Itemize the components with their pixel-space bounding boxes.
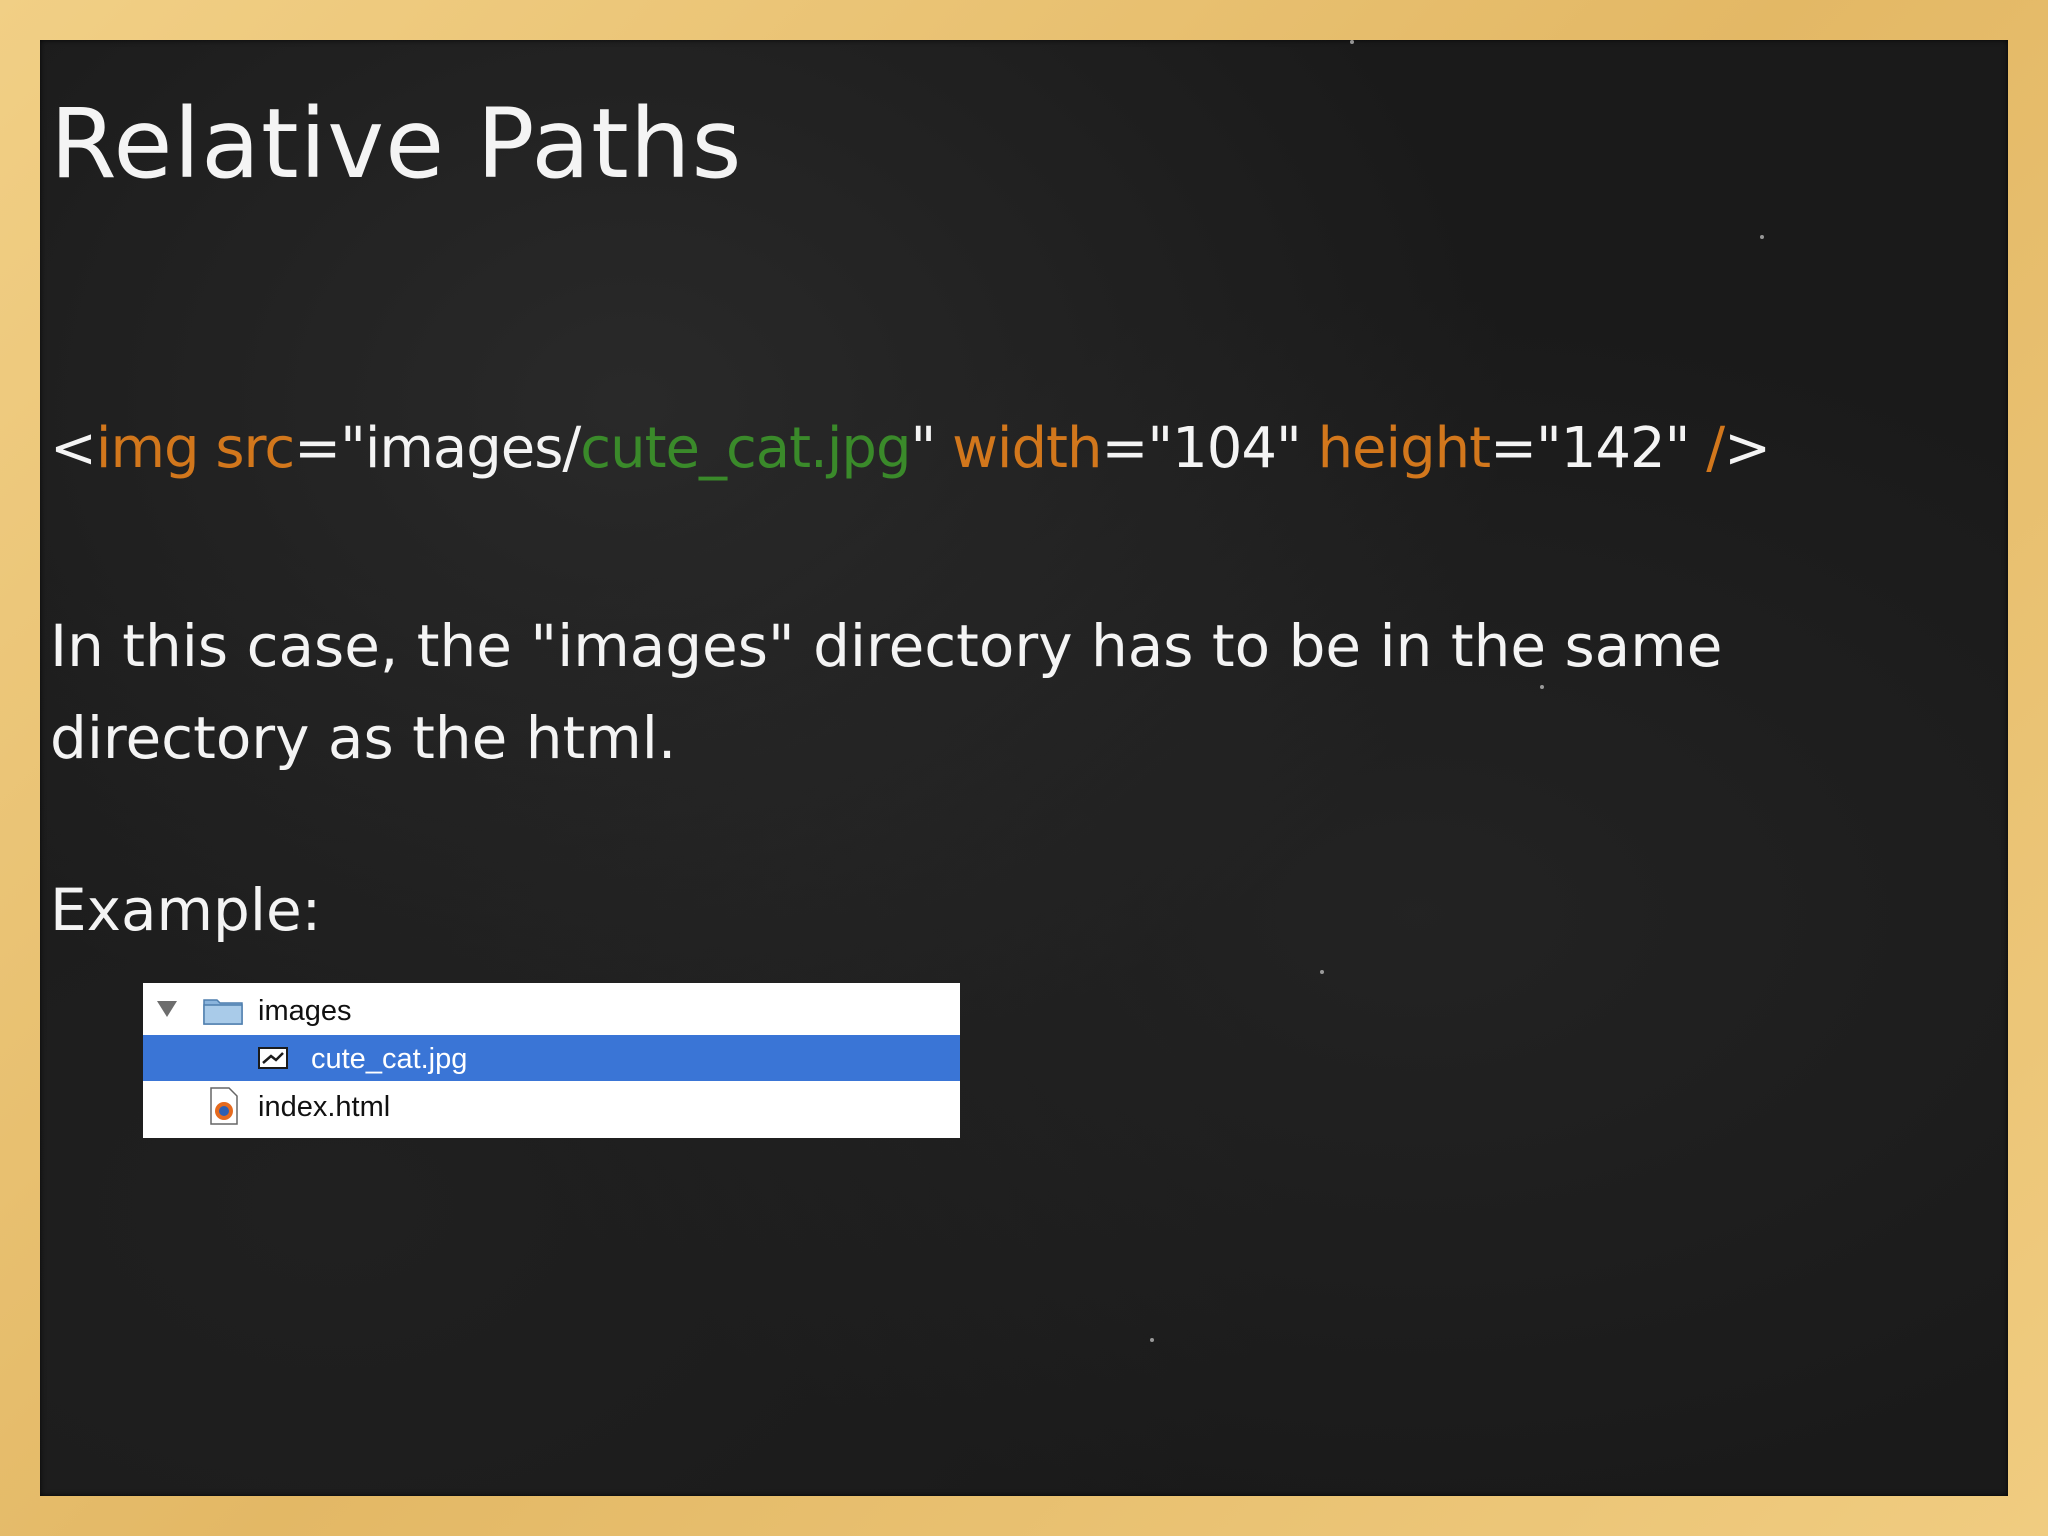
html-file-icon [210,1087,238,1125]
code-token: height [1317,416,1491,481]
chalk-speck [1320,970,1324,974]
explanation-paragraph: In this case, the "images" directory has… [50,612,1723,772]
wooden-frame: Relative Paths <img src="images/cute_cat… [0,0,2048,1536]
chalk-speck [1150,1338,1154,1342]
code-token: < [50,416,97,481]
list-item[interactable]: images [143,987,960,1033]
disclosure-triangle-icon[interactable] [157,1001,177,1017]
list-item-label: index.html [258,1091,391,1123]
example-label: Example: [50,876,322,944]
image-file-icon [258,1047,288,1069]
list-item-label: cute_cat.jpg [311,1043,468,1075]
code-snippet: <img src="images/cute_cat.jpg" width="10… [50,416,1771,481]
code-token: ="142" [1490,416,1707,481]
code-token: " [910,416,953,481]
code-token: ="images/ [294,416,581,481]
code-token: ="104" [1101,416,1318,481]
slide-title: Relative Paths [50,88,743,200]
file-list: images cute_cat.jpg index.html [143,983,960,1138]
code-token: cute_cat.jpg [580,416,911,481]
code-token: / [1706,416,1725,481]
code-token: > [1724,416,1771,481]
chalk-speck [1760,235,1764,239]
code-token: width [952,416,1102,481]
chalkboard: Relative Paths <img src="images/cute_cat… [40,40,2008,1496]
chalk-speck [1350,40,1354,44]
list-item[interactable]: index.html [143,1083,960,1129]
list-item-label: images [258,995,352,1027]
list-item-selected[interactable]: cute_cat.jpg [143,1035,960,1081]
code-token: img src [95,416,295,481]
folder-icon [203,999,243,1025]
